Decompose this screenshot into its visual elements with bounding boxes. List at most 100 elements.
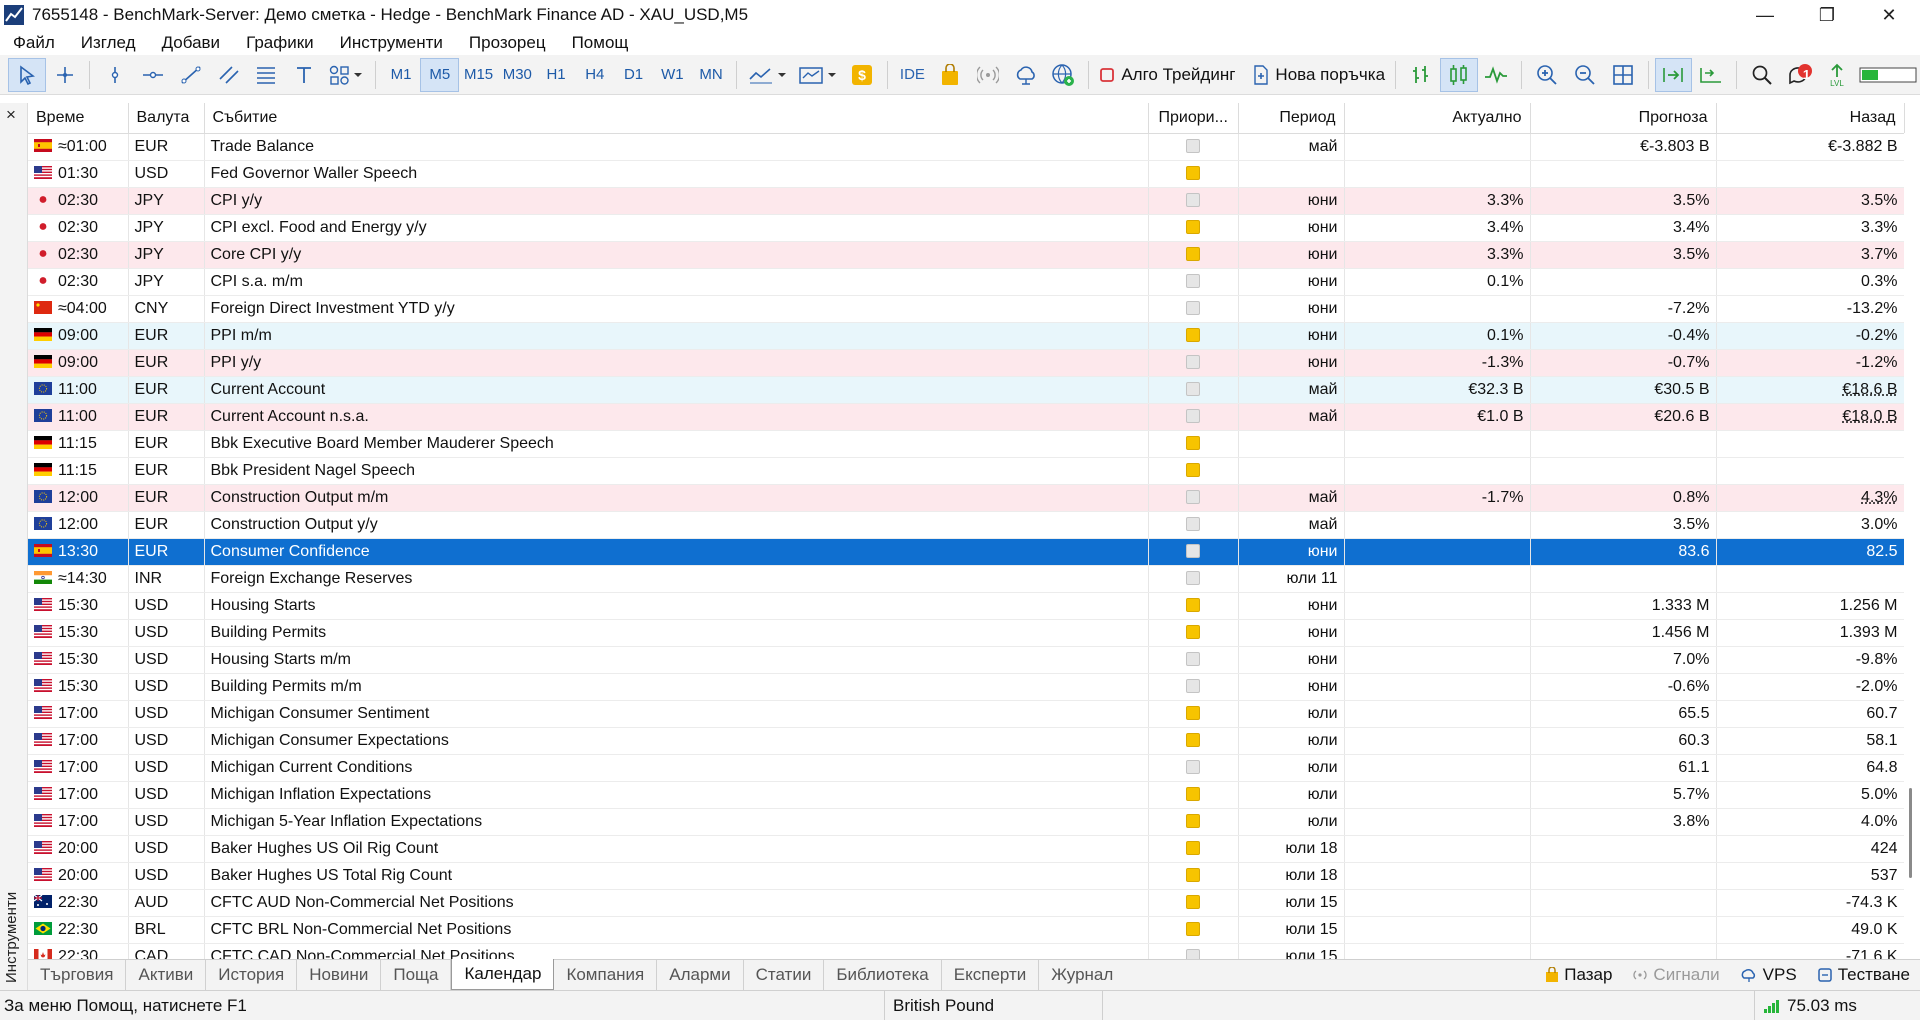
table-row[interactable]: 17:00 USD Michigan Consumer Expectations юл… (28, 727, 1905, 755)
tile-windows-icon[interactable] (1604, 58, 1642, 92)
tab-trade[interactable]: Търговия (28, 960, 127, 990)
table-row[interactable]: 11:00 EUR Current Account май €32.3 B €30.5 B… (28, 376, 1905, 404)
tab-articles[interactable]: Статии (744, 960, 825, 990)
tester-link[interactable]: Тестване (1807, 965, 1920, 985)
table-row[interactable]: ≈14:30 INR Foreign Exchange Reserves юли 11 (28, 565, 1905, 593)
channel-tool-icon[interactable] (210, 58, 248, 92)
table-row[interactable]: ≈04:00 CNY Foreign Direct Investment YTD y… (28, 295, 1905, 323)
timeframe-mn[interactable]: MN (692, 58, 731, 92)
chart-type-menu-icon[interactable] (743, 58, 793, 92)
bar-chart-icon[interactable] (1402, 58, 1440, 92)
vertical-line-tool-icon[interactable] (96, 58, 134, 92)
table-row[interactable]: 13:30 EUR Consumer Confidence юни 83.6 82.5 (28, 538, 1905, 566)
zoom-out-icon[interactable] (1566, 58, 1604, 92)
timeframe-h4[interactable]: H4 (575, 58, 614, 92)
table-row[interactable]: 09:00 EUR PPI m/m юни 0.1% -0.4% -0.2% (28, 322, 1905, 350)
tab-experts[interactable]: Експерти (942, 960, 1040, 990)
signals-broadcast-icon[interactable] (969, 58, 1007, 92)
column-header-time[interactable]: Време (28, 103, 129, 134)
table-row[interactable]: 17:00 USD Michigan Current Conditions юли 61… (28, 754, 1905, 782)
crosshair-tool-icon[interactable] (46, 58, 84, 92)
table-row[interactable]: 11:15 EUR Bbk President Nagel Speech (28, 457, 1905, 485)
table-row[interactable]: 12:00 EUR Construction Output m/m май -1.7% 0… (28, 484, 1905, 512)
candlestick-chart-icon[interactable] (1439, 57, 1478, 92)
table-row[interactable]: 12:00 EUR Construction Output y/y май 3.5% 3.… (28, 511, 1905, 539)
toolbox-vertical-label[interactable]: Инструменти (3, 892, 20, 983)
close-window-button[interactable]: ✕ (1858, 0, 1920, 30)
column-header-forecast[interactable]: Прогноза (1530, 103, 1717, 134)
table-row[interactable]: 15:30 USD Housing Starts m/m юни 7.0% -9.8% (28, 646, 1905, 674)
zoom-in-icon[interactable] (1528, 58, 1566, 92)
signals-link[interactable]: Сигнали (1622, 965, 1729, 985)
table-row[interactable]: 22:30 CAD CFTC CAD Non-Commercial Net Posi… (28, 943, 1905, 959)
tab-news[interactable]: Новини (297, 960, 382, 990)
ide-button[interactable]: IDE (894, 58, 932, 92)
tab-company[interactable]: Компания (554, 960, 658, 990)
table-row[interactable]: 22:30 BRL CFTC BRL Non-Commercial Net Posi… (28, 916, 1905, 944)
new-order-button[interactable]: Нова поръчка (1249, 58, 1389, 92)
tab-mailbox[interactable]: Поща (381, 960, 452, 990)
timeframe-h1[interactable]: H1 (537, 58, 576, 92)
table-row[interactable]: 15:30 USD Building Permits m/m юни -0.6% -2.0… (28, 673, 1905, 701)
indicators-menu-icon[interactable] (793, 58, 843, 92)
timeframe-d1[interactable]: D1 (614, 58, 653, 92)
table-row[interactable]: 17:00 USD Michigan 5-Year Inflation Expect… (28, 808, 1905, 836)
cursor-tool-icon[interactable] (7, 57, 46, 92)
tab-assets[interactable]: Активи (126, 960, 207, 990)
vertical-scrollbar[interactable] (1904, 133, 1920, 959)
search-icon[interactable] (1743, 58, 1781, 92)
vps-link[interactable]: VPS (1730, 965, 1807, 985)
trendline-tool-icon[interactable] (172, 58, 210, 92)
table-row[interactable]: 20:00 USD Baker Hughes US Total Rig Count ю… (28, 862, 1905, 890)
web-trading-icon[interactable] (1045, 58, 1083, 92)
table-row[interactable]: 02:30 JPY CPI y/y юни 3.3% 3.5% 3.5% (28, 187, 1905, 215)
restore-button[interactable]: ❐ (1796, 0, 1858, 30)
dollar-coin-icon[interactable]: $ (843, 58, 881, 92)
column-header-priority[interactable]: Приори... (1148, 103, 1239, 134)
chart-shift-icon[interactable] (1692, 58, 1730, 92)
tab-journal[interactable]: Журнал (1039, 960, 1125, 990)
table-row[interactable]: 20:00 USD Baker Hughes US Oil Rig Count юли… (28, 835, 1905, 863)
horizontal-line-tool-icon[interactable] (134, 58, 172, 92)
table-row[interactable]: 01:30 USD Fed Governor Waller Speech (28, 160, 1905, 188)
vps-cloud-icon[interactable] (1007, 58, 1045, 92)
table-row[interactable]: 17:00 USD Michigan Inflation Expectations ю… (28, 781, 1905, 809)
table-row[interactable]: 09:00 EUR PPI y/y юни -1.3% -0.7% -1.2% (28, 349, 1905, 377)
timeframe-w1[interactable]: W1 (653, 58, 692, 92)
timeframe-m1[interactable]: M1 (382, 58, 421, 92)
menu-file[interactable]: Файл (0, 33, 68, 53)
column-header-currency[interactable]: Валута (128, 103, 205, 134)
table-row[interactable]: ≈01:00 EUR Trade Balance май €-3.803 B €-3.88… (28, 133, 1905, 161)
minimize-button[interactable]: — (1734, 0, 1796, 30)
fibonacci-tool-icon[interactable] (247, 58, 285, 92)
table-row[interactable]: 15:30 USD Building Permits юни 1.456 M 1.393 … (28, 619, 1905, 647)
market-link[interactable]: Пазар (1535, 965, 1622, 985)
algo-trading-button[interactable]: Алго Трейдинг (1095, 58, 1239, 92)
table-row[interactable]: 22:30 AUD CFTC AUD Non-Commercial Net Posi… (28, 889, 1905, 917)
menu-view[interactable]: Изглед (68, 33, 149, 53)
tab-code-base[interactable]: Библиотека (824, 960, 942, 990)
tab-calendar[interactable]: Календар (451, 959, 555, 990)
menu-tools[interactable]: Инструменти (327, 33, 456, 53)
column-header-actual[interactable]: Актуално (1344, 103, 1531, 134)
table-row[interactable]: 11:00 EUR Current Account n.s.a. май €1.0 B €… (28, 403, 1905, 431)
timeframe-m15[interactable]: M15 (459, 58, 498, 92)
timeframe-m5[interactable]: M5 (420, 57, 460, 92)
table-row[interactable]: 02:30 JPY CPI s.a. m/m юни 0.1% 0.3% (28, 268, 1905, 296)
tab-history[interactable]: История (206, 960, 298, 990)
close-panel-icon[interactable]: × (6, 105, 16, 125)
menu-window[interactable]: Прозорец (456, 33, 559, 53)
notifications-icon[interactable]: 1 (1781, 58, 1819, 92)
menu-insert[interactable]: Добави (149, 33, 234, 53)
table-row[interactable]: 02:30 JPY CPI excl. Food and Energy y/y юни… (28, 214, 1905, 242)
table-row[interactable]: 02:30 JPY Core CPI y/y юни 3.3% 3.5% 3.7% (28, 241, 1905, 269)
column-header-previous[interactable]: Назад (1716, 103, 1905, 134)
scrollbar-thumb[interactable] (1909, 788, 1912, 878)
shapes-menu-icon[interactable] (323, 58, 369, 92)
table-row[interactable]: 15:30 USD Housing Starts юни 1.333 M 1.256 M (28, 592, 1905, 620)
timeframe-m30[interactable]: M30 (498, 58, 537, 92)
column-header-period[interactable]: Период (1238, 103, 1345, 134)
status-ping[interactable]: 75.03 ms (1755, 991, 1920, 1020)
table-row[interactable]: 11:15 EUR Bbk Executive Board Member Maude… (28, 430, 1905, 458)
market-bag-icon[interactable] (931, 58, 969, 92)
